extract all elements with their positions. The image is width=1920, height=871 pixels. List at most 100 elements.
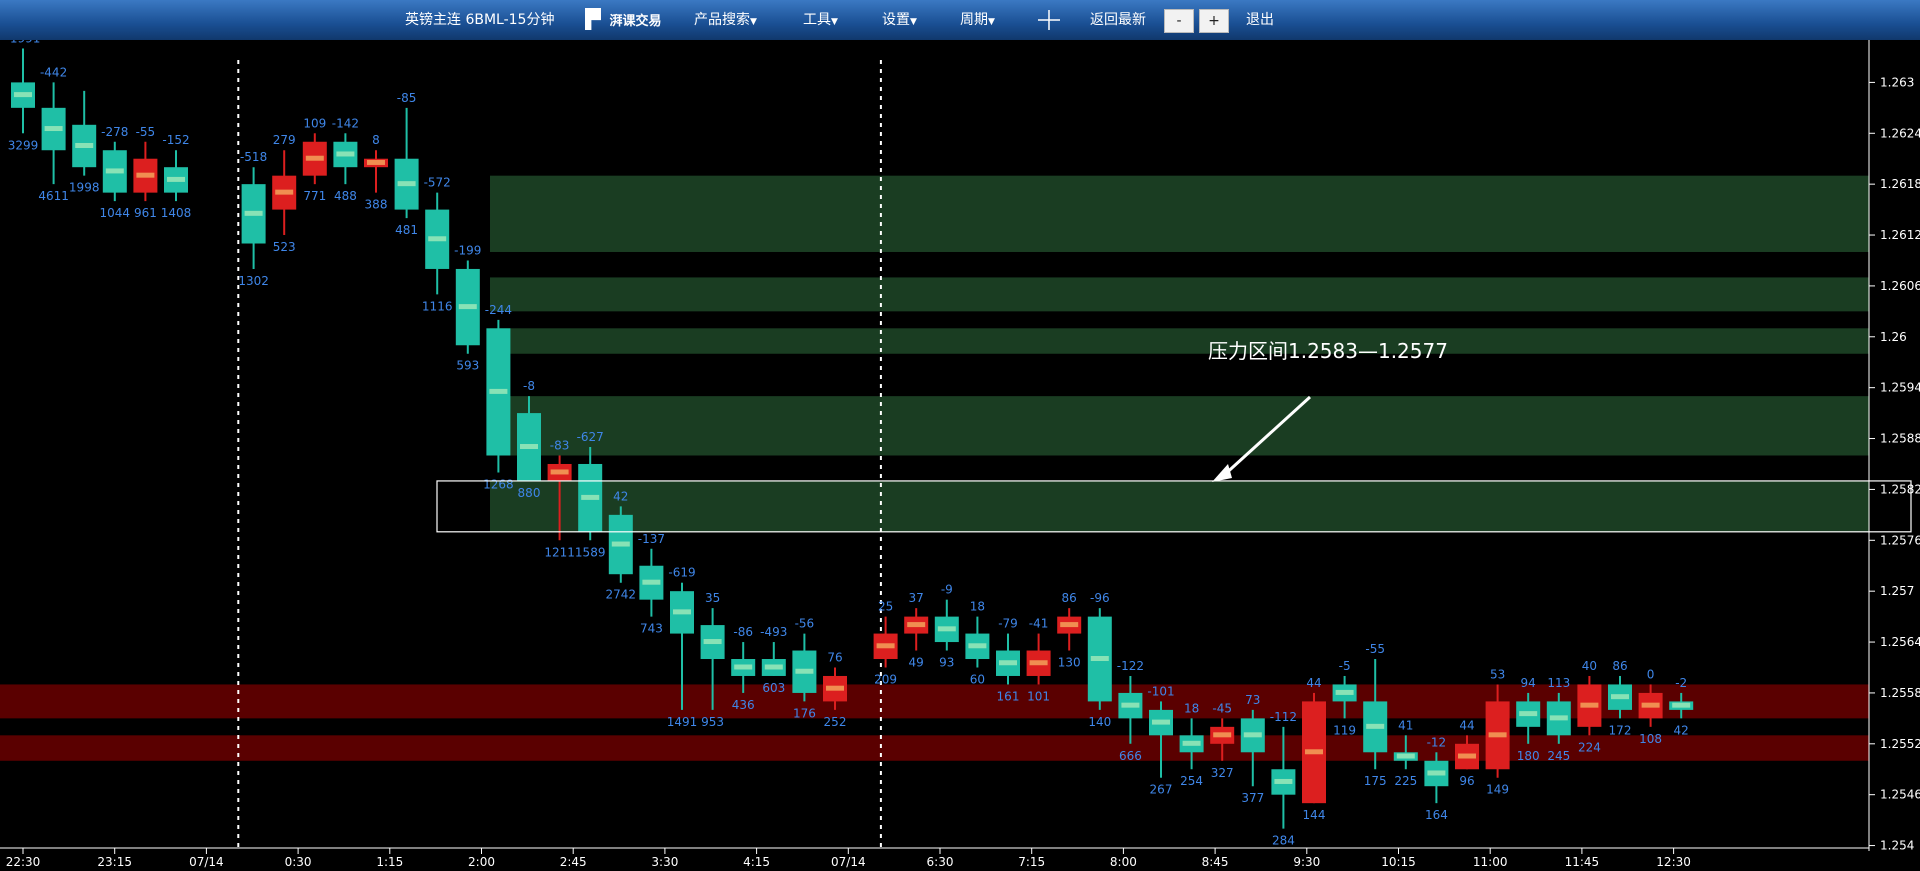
candle-delta-label: -142: [332, 116, 359, 130]
candle-poc: [44, 126, 63, 132]
candle-delta-label: -137: [638, 532, 665, 546]
candle-poc: [876, 643, 895, 649]
candle-volume-label: 1211: [544, 545, 575, 559]
candle-poc: [673, 609, 691, 615]
y-tick-label: 1.2582: [1880, 482, 1920, 496]
x-tick-label: 23:15: [97, 855, 132, 869]
y-tick-label: 1.254: [1880, 839, 1914, 853]
candle-delta-label: -56: [795, 617, 815, 631]
product-search-menu[interactable]: 产品搜索▼: [694, 0, 757, 40]
candle-delta-label: -55: [1365, 642, 1385, 656]
candle-poc: [1366, 723, 1385, 729]
candle-volume-label: 953: [701, 715, 724, 729]
candle-delta-label: 113: [1547, 676, 1570, 690]
candle-delta-label: 86: [1612, 659, 1627, 673]
logo-text: 湃课交易: [609, 13, 662, 29]
crosshair-icon[interactable]: [1038, 10, 1060, 30]
candle-poc: [1580, 702, 1599, 708]
candle-volume-label: 593: [456, 359, 479, 373]
candle-poc: [105, 168, 124, 174]
candle-delta-label: -86: [733, 625, 753, 639]
candle-volume-label: 436: [732, 698, 755, 712]
candle-volume-label: 1268: [483, 477, 514, 491]
candle-poc: [458, 304, 477, 310]
y-tick-label: 1.2612: [1880, 228, 1920, 242]
candle-volume-label: 481: [395, 223, 418, 237]
candle-poc: [1335, 689, 1354, 695]
candle-delta-label: 279: [273, 133, 296, 147]
candle-volume-label: 93: [939, 656, 954, 670]
x-tick-label: 3:30: [651, 855, 678, 869]
resistance-band: [490, 277, 1869, 312]
candle-poc: [734, 664, 753, 670]
exit-button[interactable]: 退出: [1246, 0, 1274, 40]
candle-poc: [703, 639, 722, 645]
candle-volume-label: 140: [1088, 715, 1111, 729]
candle-poc: [795, 668, 814, 674]
candle-volume-label: 4611: [38, 189, 69, 203]
y-tick-label: 1.2576: [1880, 533, 1920, 547]
zoom-in-button[interactable]: +: [1199, 9, 1229, 33]
x-tick-label: 11:00: [1473, 855, 1508, 869]
candle-delta-label: 86: [1062, 591, 1077, 605]
candle-delta-label: -2: [1675, 676, 1687, 690]
candle-poc: [1458, 753, 1476, 759]
y-tick-label: 1.2552: [1880, 737, 1920, 751]
settings-menu[interactable]: 设置▼: [882, 0, 917, 40]
x-tick-label: 7:15: [1018, 855, 1045, 869]
candle-volume-label: 488: [334, 189, 357, 203]
x-tick-label: 8:00: [1110, 855, 1137, 869]
candle-volume-label: 176: [793, 706, 816, 720]
zoom-out-button[interactable]: -: [1164, 9, 1194, 33]
candle-delta-label: -96: [1090, 591, 1110, 605]
candle-poc: [826, 685, 844, 691]
candle-poc: [1152, 719, 1170, 725]
y-tick-label: 1.2618: [1880, 177, 1920, 191]
tools-menu[interactable]: 工具▼: [803, 0, 838, 40]
candle-delta-label: -101: [1147, 684, 1174, 698]
candle-poc: [550, 469, 569, 475]
candle-poc: [1090, 656, 1109, 662]
back-to-latest-button[interactable]: 返回最新: [1090, 0, 1146, 40]
candle-poc: [305, 155, 324, 161]
candle-volume-label: 523: [273, 240, 296, 254]
candle-delta-label: -244: [485, 303, 512, 317]
candle-delta-label: 18: [1184, 701, 1199, 715]
candle-volume-label: 743: [640, 622, 663, 636]
candle-delta-label: 53: [1490, 667, 1505, 681]
x-tick-label: 1:15: [376, 855, 403, 869]
candle-delta-label: 73: [1245, 693, 1260, 707]
candle-volume-label: 101: [1027, 689, 1050, 703]
y-tick-label: 1.257: [1880, 584, 1914, 598]
period-menu[interactable]: 周期▼: [960, 0, 995, 40]
candle-delta-label: 94: [1521, 676, 1536, 690]
candle-delta-label: -9: [941, 583, 953, 597]
x-tick-label: 07/14: [189, 855, 224, 869]
zone-layer: [0, 175, 1869, 761]
candle-poc: [907, 622, 926, 628]
candle-volume-label: 175: [1364, 774, 1387, 788]
candle-poc: [1060, 622, 1079, 628]
candle-delta-label: -85: [397, 91, 417, 105]
price-axis: 1.263 1.2624 1.2618 1.2612 1.2606 1.26 1.2594 1…: [1869, 75, 1920, 853]
candle-poc: [581, 494, 600, 500]
candlestick-chart[interactable]: -1991 3299 -442 46111998 -278 1044 -55 961 -152 1…: [0, 40, 1920, 871]
candle-poc: [968, 643, 987, 649]
candle-volume-label: 224: [1578, 740, 1601, 754]
candle-volume-label: 1491: [667, 715, 698, 729]
candle-delta-label: -199: [454, 243, 481, 257]
candle-poc: [999, 660, 1017, 666]
candle-delta-label: -1991: [6, 40, 41, 45]
x-tick-label: 07/14: [831, 855, 866, 869]
candle-poc: [397, 181, 416, 187]
candle-poc: [1519, 711, 1538, 717]
x-tick-label: 6:30: [927, 855, 954, 869]
candle-delta-label: 44: [1459, 718, 1474, 732]
candle-delta-label: 25: [878, 600, 893, 614]
resistance-band: [490, 175, 1869, 252]
candle-volume-label: 388: [365, 198, 388, 212]
caret-down-icon: ▼: [750, 17, 757, 27]
candle-volume-label: 164: [1425, 808, 1448, 822]
y-tick-label: 1.2546: [1880, 788, 1920, 802]
candle-volume-label: 1302: [238, 274, 269, 288]
